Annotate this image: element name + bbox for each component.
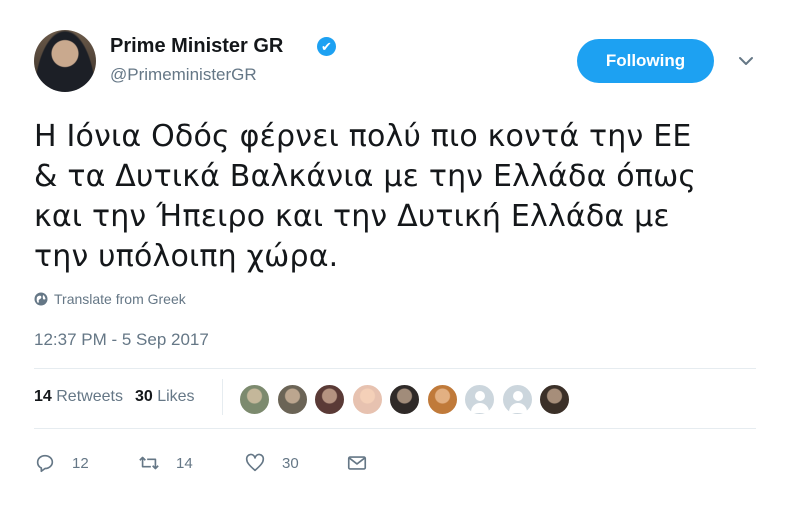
liker-avatar[interactable] bbox=[500, 383, 534, 416]
translate-label: Translate from Greek bbox=[54, 291, 186, 307]
tweet-text: Η Ιόνια Οδός φέρνει πολύ πιο κοντά την Ε… bbox=[34, 117, 754, 277]
liker-avatar[interactable] bbox=[238, 383, 271, 416]
likes-label: Likes bbox=[157, 388, 195, 405]
tweet-text-line: Η Ιόνια Οδός φέρνει πολύ πιο κοντά την Ε… bbox=[34, 119, 692, 154]
following-button[interactable]: Following bbox=[577, 39, 714, 83]
direct-message-button[interactable] bbox=[346, 449, 384, 477]
globe-icon bbox=[34, 292, 48, 306]
retweet-count: 14 bbox=[176, 454, 193, 472]
author-handle[interactable]: @PrimeministerGR bbox=[110, 65, 257, 85]
chevron-down-icon[interactable] bbox=[738, 55, 754, 67]
reply-count: 12 bbox=[72, 454, 89, 472]
author-avatar[interactable] bbox=[34, 30, 96, 92]
tweet-text-line: & τα Δυτικά Βαλκάνια με την Ελλάδα όπως bbox=[34, 159, 697, 194]
liker-avatar[interactable] bbox=[313, 383, 346, 416]
liker-avatar[interactable] bbox=[463, 383, 496, 416]
message-icon bbox=[347, 456, 367, 470]
tweet-text-line: και την Ήπειρο και την Δυτική Ελλάδα με bbox=[34, 199, 670, 234]
tweet-card: Prime Minister GR ✔ @PrimeministerGR Fol… bbox=[0, 0, 800, 514]
retweets-stat[interactable]: 14 Retweets bbox=[34, 388, 123, 406]
retweet-icon bbox=[139, 456, 159, 470]
retweet-button[interactable]: 14 bbox=[138, 449, 193, 477]
liker-avatar[interactable] bbox=[350, 383, 384, 416]
tweet-timestamp[interactable]: 12:37 PM - 5 Sep 2017 bbox=[34, 330, 209, 350]
divider-bottom bbox=[34, 428, 756, 429]
translate-link[interactable]: Translate from Greek bbox=[34, 291, 186, 307]
reply-button[interactable]: 12 bbox=[34, 449, 89, 477]
liker-avatar[interactable] bbox=[538, 383, 571, 416]
like-icon bbox=[245, 453, 265, 472]
likes-count: 30 bbox=[134, 388, 153, 405]
stats-separator bbox=[222, 379, 223, 415]
liker-avatar[interactable] bbox=[275, 383, 309, 416]
liker-avatar[interactable] bbox=[388, 383, 421, 416]
tweet-text-line: την υπόλοιπη χώρα. bbox=[34, 239, 339, 274]
retweets-label: Retweets bbox=[56, 388, 123, 405]
liker-avatar[interactable] bbox=[425, 383, 459, 416]
like-button[interactable]: 30 bbox=[244, 449, 299, 477]
verified-badge-icon: ✔ bbox=[317, 37, 336, 56]
divider-top bbox=[34, 368, 756, 369]
author-name[interactable]: Prime Minister GR bbox=[110, 35, 283, 58]
like-count: 30 bbox=[282, 454, 299, 472]
tweet-actions: 12 14 30 bbox=[34, 449, 434, 477]
likes-stat[interactable]: 30 Likes bbox=[135, 388, 195, 406]
reply-icon bbox=[36, 454, 54, 473]
retweets-count: 14 bbox=[34, 388, 52, 405]
tweet-stats: 14 Retweets 30 Likes bbox=[34, 388, 195, 406]
